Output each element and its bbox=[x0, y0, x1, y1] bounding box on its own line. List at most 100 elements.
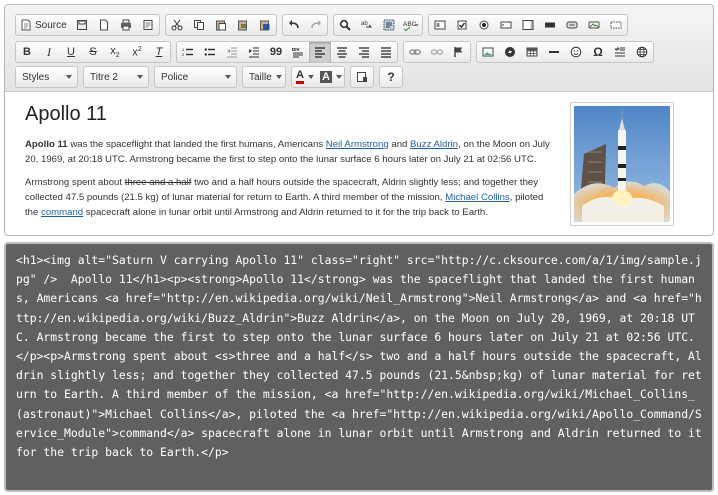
source-view[interactable]: <h1><img alt="Saturn V carrying Apollo 1… bbox=[4, 242, 714, 492]
link-command[interactable]: command bbox=[41, 207, 83, 218]
source-button[interactable]: Source bbox=[16, 15, 71, 35]
link-buzz-aldrin[interactable]: Buzz Aldrin bbox=[410, 139, 458, 150]
cut-button[interactable] bbox=[166, 15, 188, 35]
paragraph-2: Armstrong spent about three and a half t… bbox=[25, 175, 555, 221]
print-button[interactable] bbox=[115, 15, 137, 35]
unlink-button[interactable] bbox=[426, 42, 448, 62]
creatediv-button[interactable]: DIV bbox=[287, 42, 309, 62]
quote-icon: 99 bbox=[269, 46, 283, 58]
paste-text-icon bbox=[237, 20, 247, 31]
redo-button[interactable] bbox=[305, 15, 327, 35]
omega-icon: Ω bbox=[593, 45, 603, 59]
indent-button[interactable] bbox=[243, 42, 265, 62]
textarea-button[interactable] bbox=[517, 15, 539, 35]
form-button[interactable] bbox=[429, 15, 451, 35]
outdent-button[interactable] bbox=[221, 42, 243, 62]
page-break-button[interactable] bbox=[609, 42, 631, 62]
select-button[interactable] bbox=[539, 15, 561, 35]
undo-button[interactable] bbox=[283, 15, 305, 35]
text-run: spacecraft alone in lunar orbit until Ar… bbox=[83, 207, 488, 219]
toolbar-row-2: B I U S x2 x2 T 12 99 DIV Ω bbox=[15, 41, 659, 63]
superscript-icon: x2 bbox=[132, 45, 142, 59]
size-combo[interactable]: Taille bbox=[242, 66, 286, 88]
anchor-button[interactable] bbox=[448, 42, 470, 62]
justify-button[interactable] bbox=[375, 42, 397, 62]
text-color-button[interactable]: A bbox=[292, 67, 318, 87]
colors-group: A A bbox=[291, 66, 345, 88]
table-icon bbox=[526, 47, 538, 57]
help-button[interactable]: ? bbox=[380, 67, 402, 87]
find-button[interactable] bbox=[334, 15, 356, 35]
smiley-icon bbox=[570, 46, 582, 58]
rocket-launch-photo bbox=[574, 106, 670, 222]
checkbox-button[interactable] bbox=[451, 15, 473, 35]
textarea-icon bbox=[522, 20, 534, 30]
format-combo-value: Titre 2 bbox=[90, 71, 118, 83]
font-combo[interactable]: Police bbox=[154, 66, 237, 88]
remove-format-icon: T bbox=[155, 46, 163, 58]
image-button[interactable] bbox=[477, 42, 499, 62]
button-element-button[interactable] bbox=[561, 15, 583, 35]
format-combo[interactable]: Titre 2 bbox=[83, 66, 149, 88]
link-button[interactable] bbox=[404, 42, 426, 62]
saturn-v-image[interactable] bbox=[570, 102, 674, 226]
superscript-button[interactable]: x2 bbox=[126, 42, 148, 62]
iframe-button[interactable] bbox=[631, 42, 653, 62]
new-page-button[interactable] bbox=[93, 15, 115, 35]
editor-content[interactable]: Apollo 11 Apollo 11 was the spaceflight … bbox=[5, 91, 713, 235]
subscript-button[interactable]: x2 bbox=[104, 42, 126, 62]
radio-button[interactable] bbox=[473, 15, 495, 35]
bold-button[interactable]: B bbox=[16, 42, 38, 62]
bulleted-list-button[interactable] bbox=[199, 42, 221, 62]
bg-color-button[interactable]: A bbox=[318, 67, 344, 87]
source-label: Source bbox=[35, 19, 67, 31]
table-button[interactable] bbox=[521, 42, 543, 62]
hidden-field-icon bbox=[610, 21, 622, 29]
link-michael-collins[interactable]: Michael Collins bbox=[445, 192, 510, 203]
styles-combo[interactable]: Styles bbox=[15, 66, 78, 88]
paste-word-button[interactable] bbox=[254, 15, 276, 35]
strikethrough-button[interactable]: S bbox=[82, 42, 104, 62]
select-all-button[interactable] bbox=[378, 15, 400, 35]
underline-button[interactable]: U bbox=[60, 42, 82, 62]
paste-text-button[interactable] bbox=[232, 15, 254, 35]
strikethrough-icon: S bbox=[89, 46, 97, 58]
redo-icon bbox=[310, 20, 321, 29]
smiley-button[interactable] bbox=[565, 42, 587, 62]
flash-button[interactable] bbox=[499, 42, 521, 62]
remove-format-button[interactable]: T bbox=[148, 42, 170, 62]
paste-button[interactable] bbox=[210, 15, 232, 35]
text-run: was the spaceflight that landed the firs… bbox=[67, 139, 326, 150]
replace-button[interactable]: ab bbox=[356, 15, 378, 35]
textfield-button[interactable] bbox=[495, 15, 517, 35]
hidden-field-button[interactable] bbox=[605, 15, 627, 35]
horizontal-rule-button[interactable] bbox=[543, 42, 565, 62]
italic-button[interactable]: I bbox=[38, 42, 60, 62]
numbered-list-icon: 12 bbox=[182, 47, 193, 57]
unlink-icon bbox=[431, 49, 443, 55]
div-container-icon: DIV bbox=[292, 47, 303, 58]
help-icon: ? bbox=[387, 70, 395, 84]
font-combo-label: Police bbox=[161, 71, 189, 83]
align-right-button[interactable] bbox=[353, 42, 375, 62]
text-run: and bbox=[388, 139, 411, 150]
spellcheck-button[interactable]: ABC bbox=[400, 15, 422, 35]
numbered-list-button[interactable]: 12 bbox=[177, 42, 199, 62]
align-justify-icon bbox=[381, 47, 391, 58]
copy-button[interactable] bbox=[188, 15, 210, 35]
checkbox-icon bbox=[457, 20, 467, 30]
image-button-button[interactable] bbox=[583, 15, 605, 35]
radio-icon bbox=[479, 20, 489, 30]
blockquote-button[interactable]: 99 bbox=[265, 42, 287, 62]
svg-text:ab: ab bbox=[361, 21, 368, 27]
paragraph-1: Apollo 11 was the spaceflight that lande… bbox=[25, 137, 555, 167]
special-char-button[interactable]: Ω bbox=[587, 42, 609, 62]
spellcheck-icon: ABC bbox=[403, 21, 419, 31]
templates-button[interactable] bbox=[137, 15, 159, 35]
chevron-down-icon bbox=[66, 75, 72, 79]
save-button[interactable] bbox=[71, 15, 93, 35]
link-neil-armstrong[interactable]: Neil Armstrong bbox=[326, 139, 389, 150]
maximize-button[interactable] bbox=[351, 67, 373, 87]
align-left-button[interactable] bbox=[309, 42, 331, 62]
align-center-button[interactable] bbox=[331, 42, 353, 62]
